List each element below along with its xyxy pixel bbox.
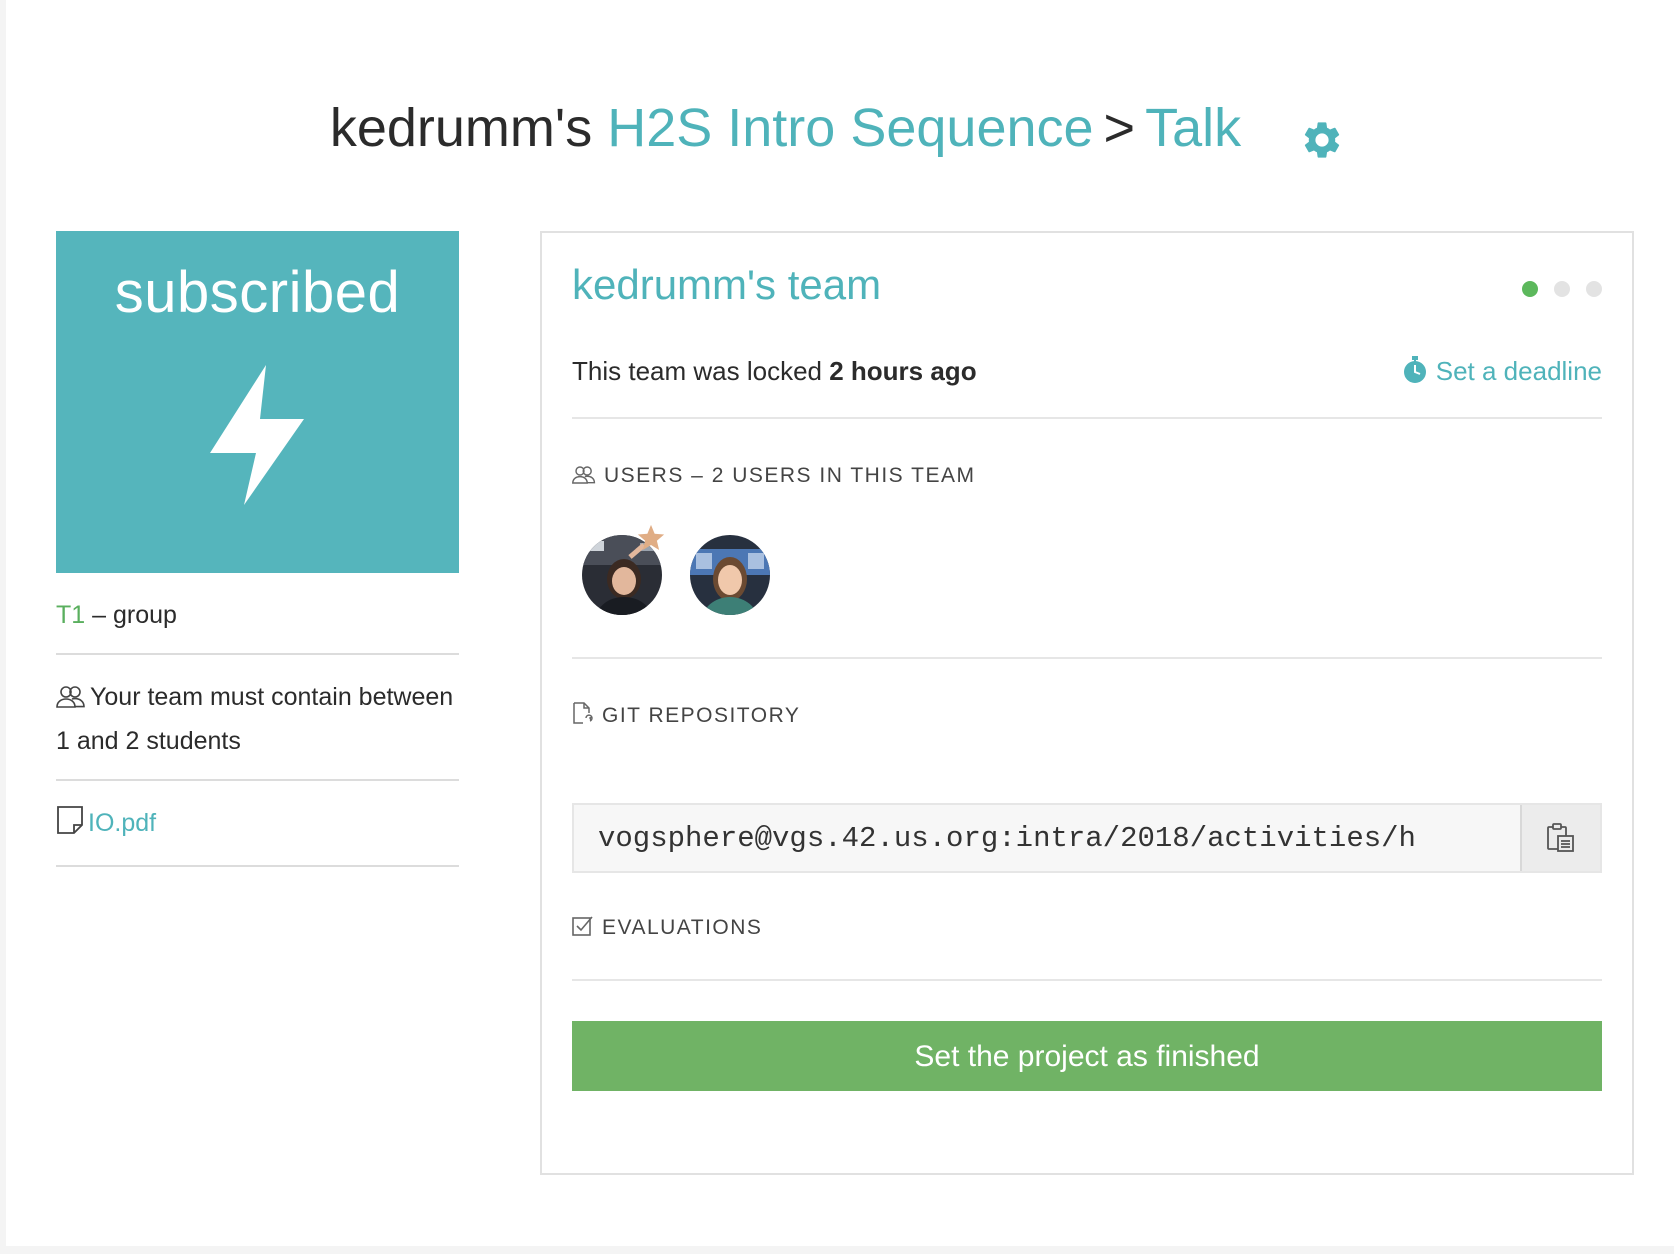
attachment-row: IO.pdf [56,781,459,867]
evaluations-section-label: EVALUATIONS [572,913,762,943]
page-title: kedrumm's H2S Intro Sequence > Talk [0,88,1674,168]
progress-dot [1554,281,1570,297]
git-section-label: GIT REPOSITORY [572,701,800,731]
breadcrumb-project-link[interactable]: H2S Intro Sequence [607,98,1093,158]
document-icon [56,805,84,847]
team-panel: kedrumm's team This team was locked 2 ho… [540,231,1634,1175]
evaluations-section-text: EVALUATIONS [602,916,763,939]
team-title: kedrumm's team [572,261,882,308]
checkbox-icon [572,916,593,936]
breadcrumb-separator: > [1103,98,1136,158]
gear-icon[interactable] [1300,104,1344,158]
git-repo-url[interactable]: vogsphere@vgs.42.us.org:intra/2018/activ… [574,822,1520,855]
attachment-link[interactable]: IO.pdf [88,809,156,837]
tier-code: T1 [56,601,86,629]
users-section-text: USERS – 2 USERS IN THIS TEAM [604,464,976,487]
git-file-icon [573,702,593,724]
progress-dot [1586,281,1602,297]
subscription-badge: subscribed [56,231,459,573]
team-size-rule: Your team must contain between 1 and 2 s… [56,655,459,781]
avatar[interactable] [690,535,770,615]
lock-status-text: This team was locked [572,356,822,386]
subscription-status: subscribed [114,260,401,325]
git-repo-field[interactable]: vogsphere@vgs.42.us.org:intra/2018/activ… [572,803,1602,873]
divider [572,657,1602,659]
breadcrumb-activity-link[interactable]: Talk [1145,98,1241,158]
set-deadline-label: Set a deadline [1435,356,1602,386]
lock-status: This team was locked 2 hours ago [572,351,977,391]
project-sidebar: subscribed T1 – group Your team must con… [56,231,459,867]
progress-dot-active [1522,281,1538,297]
stopwatch-icon [1403,356,1426,383]
tier-type: – group [92,601,177,629]
divider [572,979,1602,981]
star-icon [637,524,665,550]
users-icon [56,681,86,721]
title-user-prefix: kedrumm's [329,98,593,158]
copy-repo-button[interactable] [1520,805,1600,871]
divider [572,417,1602,419]
clipboard-icon [1547,823,1574,852]
page-edge [0,1246,1674,1254]
lock-status-time: 2 hours ago [829,356,977,386]
progress-dots [1506,281,1602,302]
divider [572,871,1602,873]
set-deadline-link[interactable]: Set a deadline [1402,351,1602,391]
project-tier: T1 – group [56,573,459,655]
users-section-label: USERS – 2 USERS IN THIS TEAM [572,461,975,491]
team-size-text: Your team must contain between 1 and 2 s… [56,683,454,755]
finish-project-button[interactable]: Set the project as finished [572,1021,1602,1091]
page-edge [0,0,6,1254]
git-section-text: GIT REPOSITORY [602,704,801,727]
users-icon [572,466,596,484]
lightning-bolt-icon [210,365,304,505]
